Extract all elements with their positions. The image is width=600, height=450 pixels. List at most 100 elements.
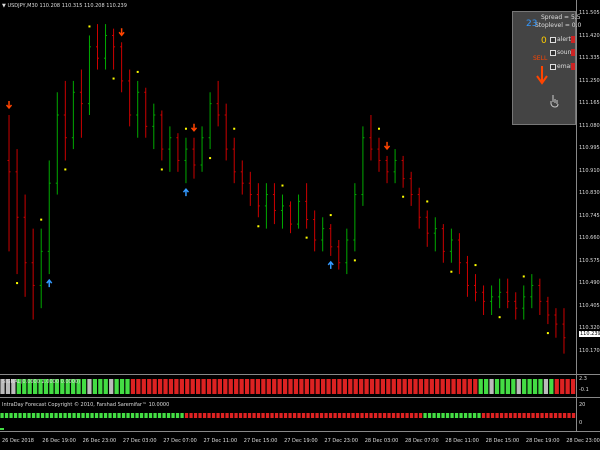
- signal-bar: [136, 379, 141, 394]
- forecast-bar: [279, 413, 283, 418]
- signal-bar: [185, 379, 190, 394]
- time-tick-label: 26 Dec 23:00: [82, 438, 117, 444]
- signal-bar: [261, 379, 266, 394]
- forecast-bar: [373, 413, 378, 418]
- forecast-dot: [353, 259, 356, 262]
- price-tick-label: 110.910: [579, 167, 600, 174]
- forecast-bar: [211, 413, 216, 418]
- time-tick-label: 28 Dec 23:00: [566, 438, 600, 444]
- sell-arrow-icon: [118, 28, 125, 37]
- time-tick-label: 28 Dec 15:00: [485, 438, 520, 444]
- signal-bar: [375, 379, 380, 394]
- email-toggle-button[interactable]: [571, 63, 575, 70]
- forecast-bar: [54, 413, 58, 418]
- signal-bar: [152, 379, 157, 394]
- signal-bar: [543, 379, 549, 394]
- ohlc-values: 110.208 110.315 110.208 110.239: [39, 3, 127, 9]
- forecast-bar: [193, 413, 198, 418]
- forecast-bar: [13, 413, 18, 418]
- forecast-bar: [103, 413, 108, 418]
- price-tick-label: 111.335: [579, 55, 600, 61]
- down-arrow-icon: [536, 66, 548, 85]
- forecast-bar: [405, 413, 409, 418]
- forecast-bar: [333, 413, 337, 418]
- symbol-timeframe: USDJPY,M30: [7, 3, 38, 9]
- forecast-bar: [328, 413, 333, 418]
- signal-histogram: [0, 379, 576, 394]
- forecast-bar: [130, 413, 135, 418]
- forecast-bar: [18, 413, 22, 418]
- forecast-bar: [526, 413, 531, 418]
- forecast-bar: [27, 413, 31, 418]
- signal-bar: [244, 379, 250, 394]
- price-chart[interactable]: [0, 0, 576, 374]
- forecast-bar: [189, 413, 193, 418]
- forecast-bar: [256, 413, 261, 418]
- signal-bar: [484, 379, 489, 394]
- forecast-bar: [76, 413, 81, 418]
- alert-toggle-button[interactable]: [571, 36, 575, 43]
- forecast-bar: [319, 413, 324, 418]
- forecast-bar: [387, 413, 391, 418]
- signal-bar: [424, 379, 429, 394]
- hand-pointer-icon: [550, 95, 559, 108]
- sound-toggle-button[interactable]: [571, 49, 575, 56]
- signal-bar: [505, 379, 510, 394]
- forecast-bar: [441, 413, 445, 418]
- time-tick-label: 27 Dec 03:00: [122, 438, 157, 444]
- signal-bar: [435, 379, 440, 394]
- forecast-bar: [562, 413, 567, 418]
- signal-bar: [462, 379, 467, 394]
- alert-checkbox[interactable]: [550, 37, 556, 43]
- forecast-bar: [121, 413, 126, 418]
- forecast-bar: [301, 413, 306, 418]
- signal-bar: [157, 379, 163, 394]
- forecast-bar: [49, 413, 54, 418]
- forecast-dot: [64, 168, 67, 171]
- pane-separator[interactable]: [0, 397, 600, 398]
- buy-arrow-icon: [182, 188, 190, 197]
- signal-bar: [511, 379, 516, 394]
- forecast-bar: [274, 413, 279, 418]
- forecast-dot: [305, 236, 308, 239]
- signal-bar: [201, 379, 206, 394]
- price-tick-label: 111.420: [579, 32, 600, 39]
- signal-bar: [445, 379, 451, 394]
- signal-bar: [315, 379, 320, 394]
- buy-arrow-icon: [327, 260, 334, 269]
- email-checkbox[interactable]: [550, 64, 556, 70]
- price-axis: 111.505 111.420 111.335 111.250 111.165 111.0…: [576, 0, 600, 374]
- forecast-bar: [153, 413, 157, 418]
- sound-checkbox[interactable]: [550, 50, 556, 56]
- forecast-bar: [517, 413, 522, 418]
- time-tick-label: 27 Dec 23:00: [324, 438, 359, 444]
- forecast-bar: [382, 413, 387, 418]
- signal-bar: [402, 379, 407, 394]
- forecast-bar: [180, 413, 184, 418]
- forecast-bar: [216, 413, 220, 418]
- price-tick-label: 110.830: [579, 190, 600, 196]
- forecast-bar: [432, 413, 436, 418]
- signal-bar: [212, 379, 217, 394]
- time-tick-label: 28 Dec 03:00: [364, 438, 399, 444]
- indicator2-label: IntraDay Forecast Copyright © 2010, Fars…: [2, 402, 170, 408]
- signal-bar: [125, 379, 130, 394]
- signal-bar: [190, 379, 195, 394]
- forecast-bar: [162, 413, 166, 418]
- signal-bar: [304, 379, 309, 394]
- signal-bar: [119, 379, 125, 394]
- forecast-bar: [306, 413, 310, 418]
- forecast-bar: [504, 413, 508, 418]
- forecast-bar: [558, 413, 562, 418]
- forecast-bar: [450, 413, 454, 418]
- time-tick-label: 28 Dec 11:00: [445, 438, 479, 444]
- forecast-dot: [522, 275, 525, 278]
- signal-bar: [532, 379, 538, 394]
- forecast-bar: [58, 413, 63, 418]
- forecast-dot: [329, 214, 332, 217]
- forecast-bar: [288, 413, 292, 418]
- forecast-bar: [108, 413, 112, 418]
- forecast-bar: [567, 413, 571, 418]
- time-tick-label: 26 Dec 2018: [2, 438, 34, 444]
- forecast-bar: [292, 413, 297, 418]
